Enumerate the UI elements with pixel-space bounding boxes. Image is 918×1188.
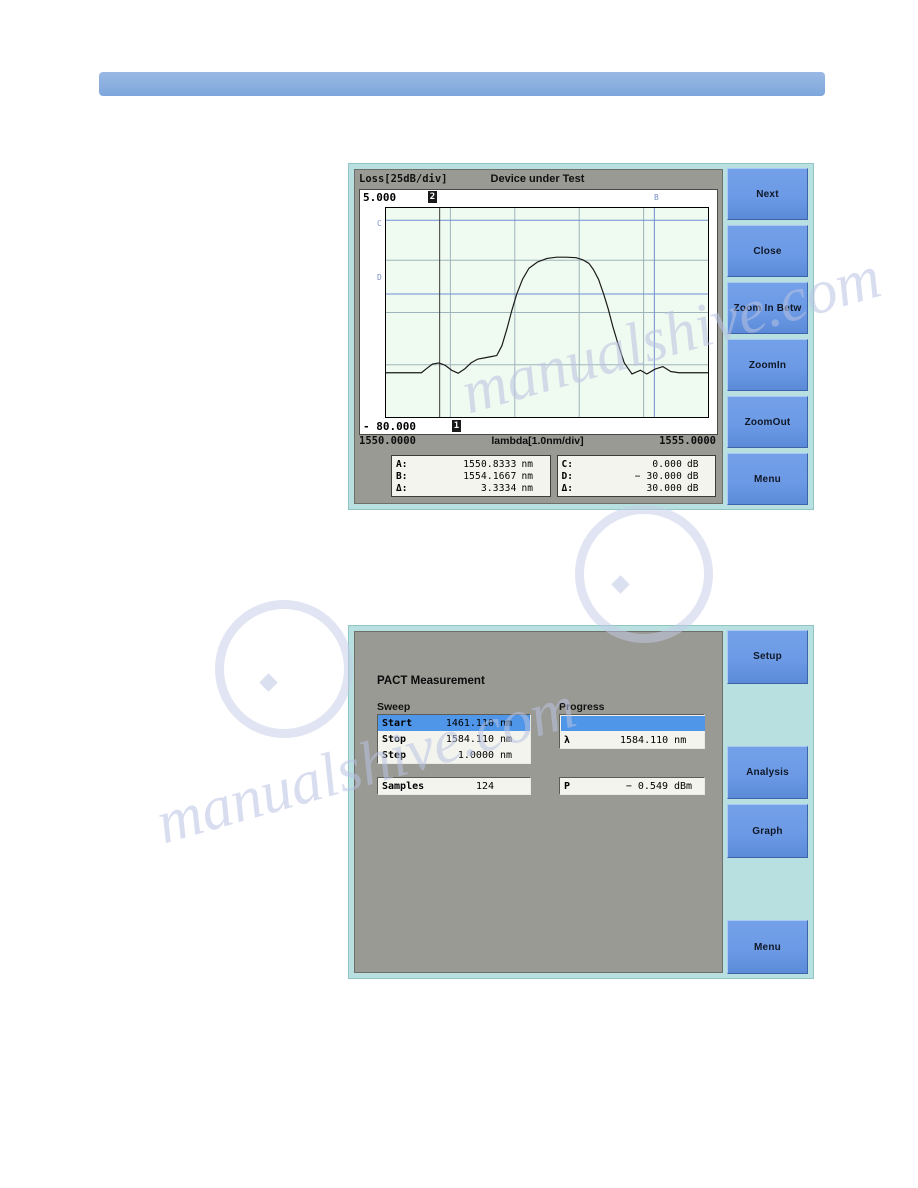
readout-row: C: 0.000 dB (562, 459, 712, 470)
field-key: Stop (382, 733, 407, 745)
readout-key: A: (396, 458, 408, 470)
readout-key: Δ: (561, 482, 573, 494)
softkey-setup[interactable]: Setup (727, 630, 808, 684)
readout-value: 3.3334 (480, 482, 517, 494)
field-row[interactable]: Samples 124 (378, 778, 530, 794)
sweep-field-box[interactable]: Start 1461.110 nm Stop 1584.110 nm Step 1.0000 n… (377, 714, 531, 764)
softkey-close[interactable]: Close (727, 225, 808, 277)
field-row[interactable]: Step 1.0000 nm (378, 747, 530, 763)
readout-value: − 30.000 (634, 470, 682, 482)
field-unit: nm (500, 749, 513, 761)
readout-key: C: (561, 458, 573, 470)
readout-value: 1550.8333 (463, 458, 517, 470)
field-row[interactable]: Stop 1584.110 nm (378, 731, 530, 747)
readout-unit: dB (687, 458, 699, 470)
field-value: 1584.110 (445, 733, 494, 745)
x-axis-row: 1550.0000 lambda[1.0nm/div] 1555.0000 (359, 435, 716, 451)
readout-row: A: 1550.8333 nm (396, 459, 546, 470)
readout-unit: nm (521, 482, 533, 494)
pact-title: PACT Measurement (377, 675, 485, 687)
marker-d-label: D (377, 273, 382, 282)
loss-readout-box: C: 0.000 dB D: − 30.000 dB Δ: 30.000 dB (556, 455, 716, 497)
samples-field-box[interactable]: Samples 124 (377, 777, 531, 795)
softkey-empty (727, 863, 808, 915)
softkey-empty (727, 689, 808, 741)
y-axis-min-label: - 80.000 (363, 420, 416, 433)
softkey-zoomout[interactable]: ZoomOut (727, 396, 808, 448)
field-unit: nm (500, 733, 513, 745)
readout-unit: dB (687, 482, 699, 494)
softkey-zoomin[interactable]: ZoomIn (727, 339, 808, 391)
field-key: Start (382, 717, 413, 729)
readout-key: Δ: (396, 482, 408, 494)
field-value: 1.0000 (457, 749, 494, 761)
softkey-next[interactable]: Next (727, 168, 808, 220)
readout-unit: nm (521, 470, 533, 482)
softkey-analysis[interactable]: Analysis (727, 745, 808, 800)
sweep-group-label: Sweep (377, 701, 411, 713)
wavelength-readout-box: A: 1550.8333 nm B: 1554.1667 nm Δ: 3.3334 nm (391, 455, 551, 497)
softkey-graph[interactable]: Graph (727, 804, 808, 859)
field-row[interactable]: λ 1584.110 nm (560, 732, 704, 748)
pact-softkey-column: Setup Analysis Graph Menu (723, 626, 813, 978)
field-value: 1461.110 (445, 717, 494, 729)
field-unit: dBm (674, 780, 693, 792)
readout-value: 30.000 (646, 482, 682, 494)
watermark-dot (611, 575, 630, 594)
readout-value: 1554.1667 (463, 470, 517, 482)
field-value: − 0.549 (625, 780, 668, 792)
plot-area[interactable] (385, 207, 709, 418)
marker-1-tab[interactable]: 1 (452, 420, 461, 432)
plot-frame: 5.000 - 80.000 2 B 1 C D (359, 189, 718, 435)
readout-row: Δ: 3.3334 nm (396, 483, 546, 494)
marker-a-tab[interactable]: 2 (428, 191, 437, 203)
y-axis-max-label: 5.000 (363, 191, 397, 204)
readout-key: D: (561, 470, 573, 482)
field-unit: nm (674, 734, 687, 746)
pact-screen: PACT Measurement Sweep Start 1461.110 nm St… (348, 625, 814, 979)
marker-c-label: C (377, 219, 382, 228)
progress-field-box: λ 1584.110 nm (559, 714, 705, 749)
softkey-menu[interactable]: Menu (727, 920, 808, 974)
loss-trace-svg (386, 208, 708, 417)
graph-screen-body: Loss[25dB/div] Device under Test 5.000 -… (354, 169, 723, 504)
field-key: Samples (382, 780, 425, 792)
field-value: 1584.110 (620, 734, 669, 746)
field-row[interactable]: P − 0.549 dBm (560, 778, 704, 794)
graph-title: Device under Test (490, 173, 585, 185)
readout-key: B: (396, 470, 408, 482)
marker-readouts: A: 1550.8333 nm B: 1554.1667 nm Δ: 3.3334 nm C: 0… (391, 455, 716, 497)
field-key: λ (564, 734, 571, 746)
graph-title-row: Loss[25dB/div] Device under Test (359, 173, 716, 188)
watermark-ring (198, 583, 370, 755)
readout-value: 0.000 (652, 458, 682, 470)
graph-softkey-column: Next Close Zoom In Betw ZoomIn ZoomOut Menu (723, 164, 813, 509)
field-value: 124 (475, 780, 494, 792)
readout-row: Δ: 30.000 dB (562, 483, 712, 494)
graph-screen: Loss[25dB/div] Device under Test 5.000 -… (348, 163, 814, 510)
progress-group-label: Progress (559, 701, 605, 713)
field-key: Step (382, 749, 407, 761)
field-unit: nm (500, 717, 513, 729)
x-axis-stop-label: 1555.0000 (659, 435, 716, 447)
field-row[interactable]: Start 1461.110 nm (378, 715, 530, 731)
softkey-zoom-in-betw[interactable]: Zoom In Betw (727, 282, 808, 334)
progress-bar (561, 716, 705, 731)
readout-unit: nm (521, 458, 533, 470)
pact-screen-body: PACT Measurement Sweep Start 1461.110 nm St… (354, 631, 723, 973)
softkey-menu[interactable]: Menu (727, 453, 808, 505)
readout-row: D: − 30.000 dB (562, 471, 712, 482)
readout-row: B: 1554.1667 nm (396, 471, 546, 482)
field-key: P (564, 780, 571, 792)
readout-unit: dB (687, 470, 699, 482)
watermark-dot (259, 673, 278, 692)
power-field-box: P − 0.549 dBm (559, 777, 705, 795)
page-header-bar (99, 72, 825, 96)
marker-b-label: B (654, 193, 659, 202)
